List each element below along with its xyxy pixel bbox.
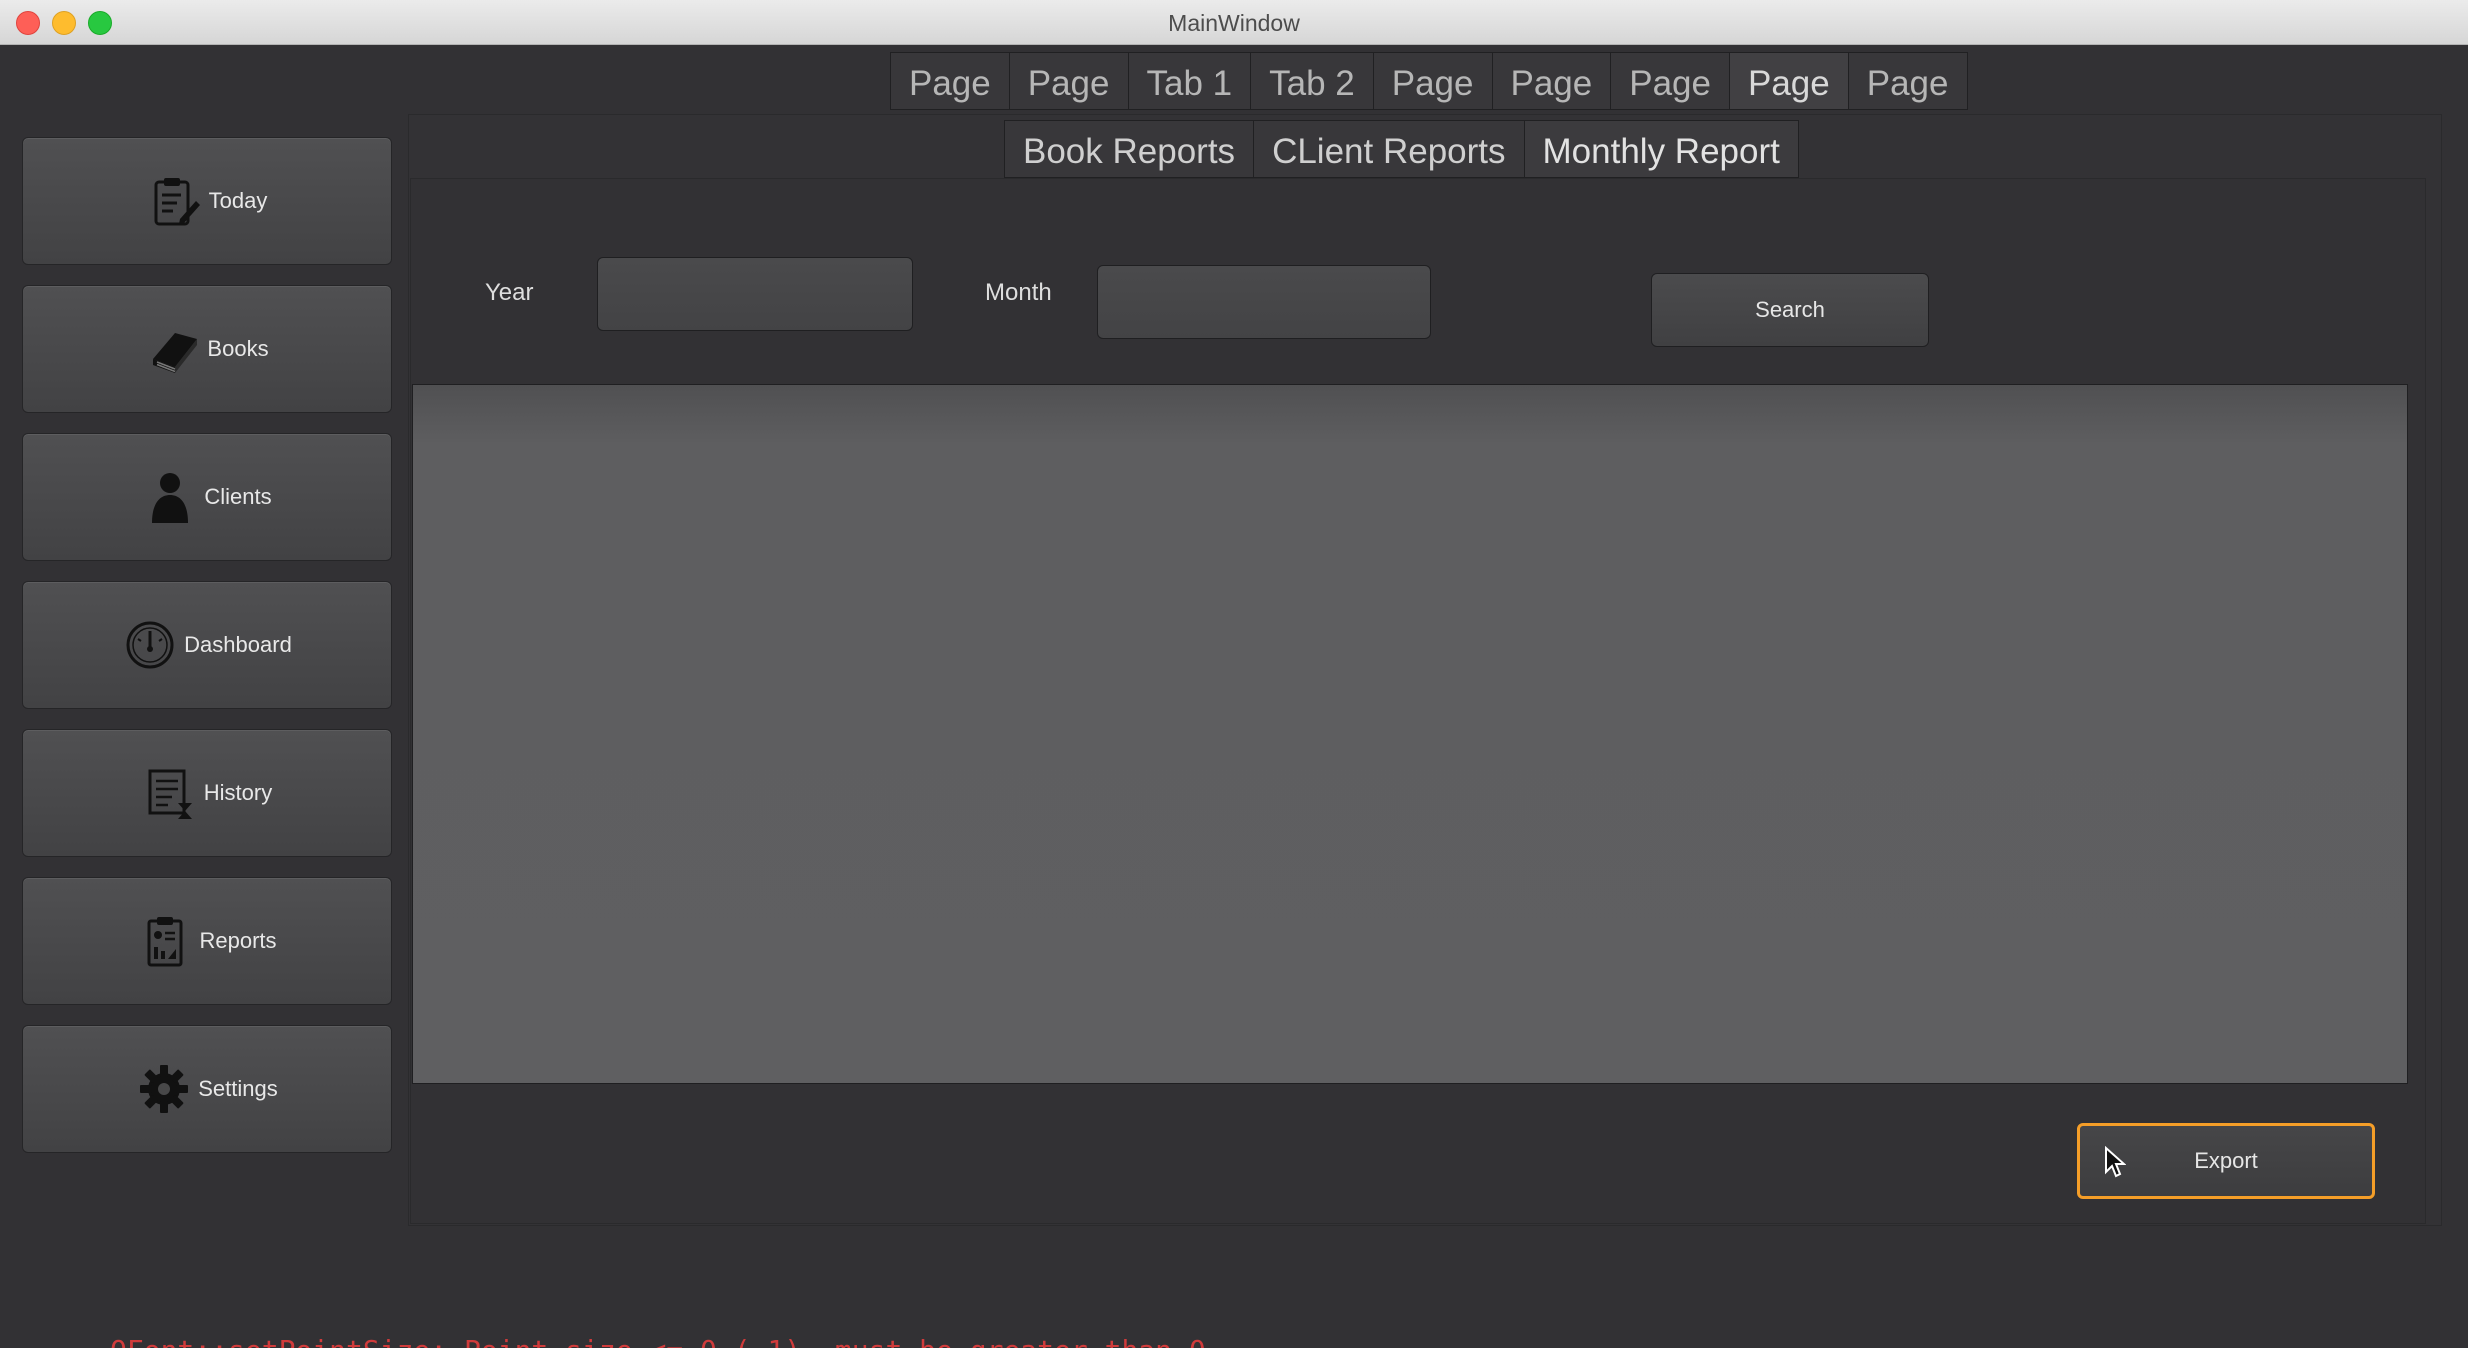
- top-tab-bar: Page Page Tab 1 Tab 2 Page Page Page Pag…: [890, 52, 1968, 112]
- sidebar: Today Books Clients Dashboard History Re…: [22, 137, 392, 1173]
- report-clipboard-icon: [137, 913, 193, 969]
- top-tab-page-2[interactable]: Page: [1009, 52, 1129, 110]
- sidebar-item-history[interactable]: History: [22, 729, 392, 857]
- month-input[interactable]: [1097, 265, 1431, 339]
- results-table[interactable]: [412, 384, 2408, 1084]
- sidebar-item-label: Dashboard: [184, 632, 292, 657]
- sidebar-item-label: Reports: [199, 928, 277, 953]
- top-tab-page-9[interactable]: Page: [1848, 52, 1968, 110]
- gauge-icon: [122, 617, 178, 673]
- top-tab-page-6[interactable]: Page: [1492, 52, 1612, 110]
- title-bar: MainWindow: [0, 0, 2468, 45]
- book-icon: [145, 321, 201, 377]
- top-tab-page-5[interactable]: Page: [1373, 52, 1493, 110]
- tab-book-reports[interactable]: Book Reports: [1004, 120, 1255, 178]
- tab-client-reports[interactable]: CLient Reports: [1254, 120, 1525, 178]
- top-tab-tab-1[interactable]: Tab 1: [1128, 52, 1252, 110]
- sidebar-item-dashboard[interactable]: Dashboard: [22, 581, 392, 709]
- main-window: MainWindow Page Page Tab 1 Tab 2 Page Pa…: [0, 0, 2468, 1348]
- top-tab-page-1[interactable]: Page: [890, 52, 1010, 110]
- sidebar-item-reports[interactable]: Reports: [22, 877, 392, 1005]
- top-tab-tab-2[interactable]: Tab 2: [1251, 52, 1374, 110]
- sidebar-item-today[interactable]: Today: [22, 137, 392, 265]
- sidebar-item-clients[interactable]: Clients: [22, 433, 392, 561]
- mouse-cursor-icon: [2105, 1146, 2126, 1178]
- sidebar-item-label: History: [203, 780, 273, 805]
- person-icon: [142, 469, 198, 525]
- sidebar-item-label: Clients: [204, 484, 272, 509]
- gear-icon: [136, 1061, 192, 1117]
- clipboard-pencil-icon: [147, 173, 203, 229]
- sidebar-item-label: Books: [207, 336, 269, 361]
- history-list-icon: [142, 765, 198, 821]
- sidebar-item-label: Today: [208, 188, 268, 213]
- console-warning-text: QFont::setPointSize: Point size <= 0 (-1…: [110, 1334, 1206, 1348]
- year-input[interactable]: [597, 257, 913, 331]
- window-title: MainWindow: [1168, 10, 1300, 36]
- month-label: Month: [985, 279, 1052, 306]
- sidebar-item-settings[interactable]: Settings: [22, 1025, 392, 1153]
- year-label: Year: [485, 279, 534, 306]
- top-tab-page-7[interactable]: Page: [1611, 52, 1730, 110]
- top-tab-page-8[interactable]: Page: [1730, 52, 1849, 110]
- report-tab-bar: Book Reports CLient Reports Monthly Repo…: [1004, 120, 1799, 178]
- search-button[interactable]: Search: [1651, 273, 1929, 347]
- sidebar-item-label: Settings: [198, 1076, 278, 1101]
- tab-monthly-report[interactable]: Monthly Report: [1524, 120, 1799, 178]
- sidebar-item-books[interactable]: Books: [22, 285, 392, 413]
